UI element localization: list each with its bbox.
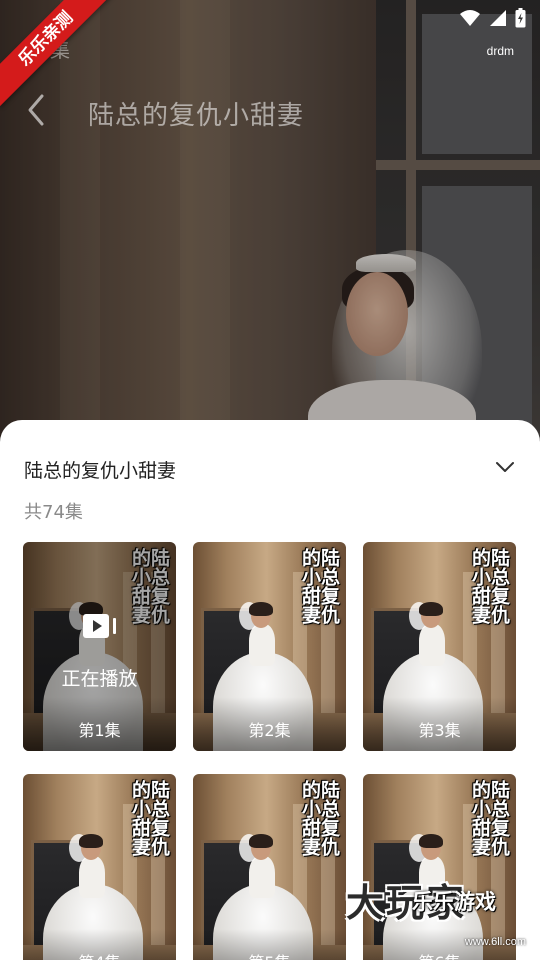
watermark-ribbon-text: 乐乐亲测 — [0, 0, 114, 107]
episode-card-6[interactable]: 陆总复仇的小甜妻 第6集 — [363, 774, 516, 960]
now-playing-label: 正在播放 — [61, 668, 138, 690]
episode-label: 第1集 — [78, 721, 121, 740]
battery-icon — [515, 8, 526, 28]
episode-sheet: 陆总的复仇小甜妻 共74集 陆总复仇的小甜妻 正在播放 第1集 陆总复仇的小甜妻… — [0, 420, 540, 960]
episode-label: 第5集 — [193, 949, 346, 960]
poster-calligraphy: 陆总复仇的小甜妻 — [469, 780, 510, 856]
video-title: 陆总的复仇小甜妻 — [88, 101, 305, 131]
poster-calligraphy: 陆总复仇的小甜妻 — [469, 548, 510, 624]
watermark-ribbon: 乐乐亲测 — [0, 0, 120, 120]
poster-calligraphy: 陆总复仇的小甜妻 — [299, 780, 340, 856]
episode-label: 第6集 — [363, 949, 516, 960]
status-label: drdm — [486, 44, 514, 58]
episode-grid: 陆总复仇的小甜妻 正在播放 第1集 陆总复仇的小甜妻 第2集 陆总复仇的小甜妻 … — [23, 542, 517, 960]
signal-icon — [490, 10, 506, 26]
poster-calligraphy: 陆总复仇的小甜妻 — [299, 548, 340, 624]
episode-label: 第4集 — [23, 949, 176, 960]
episode-card-4[interactable]: 陆总复仇的小甜妻 第4集 — [23, 774, 176, 960]
episode-card-1[interactable]: 陆总复仇的小甜妻 正在播放 第1集 — [23, 542, 176, 751]
episode-card-2[interactable]: 陆总复仇的小甜妻 第2集 — [193, 542, 346, 751]
wifi-icon — [460, 10, 480, 26]
sheet-title: 陆总的复仇小甜妻 — [24, 460, 177, 482]
now-playing-icon — [83, 614, 116, 638]
episode-card-3[interactable]: 陆总复仇的小甜妻 第3集 — [363, 542, 516, 751]
chevron-down-icon — [496, 462, 514, 472]
poster-calligraphy: 陆总复仇的小甜妻 — [129, 780, 170, 856]
status-bar: drdm — [412, 6, 532, 58]
collapse-button[interactable] — [494, 456, 516, 478]
episode-label: 第2集 — [248, 721, 291, 740]
poster-calligraphy: 陆总复仇的小甜妻 — [129, 548, 170, 624]
episode-card-5[interactable]: 陆总复仇的小甜妻 第5集 — [193, 774, 346, 960]
episode-label: 第3集 — [418, 721, 461, 740]
episode-count: 共74集 — [24, 502, 83, 523]
